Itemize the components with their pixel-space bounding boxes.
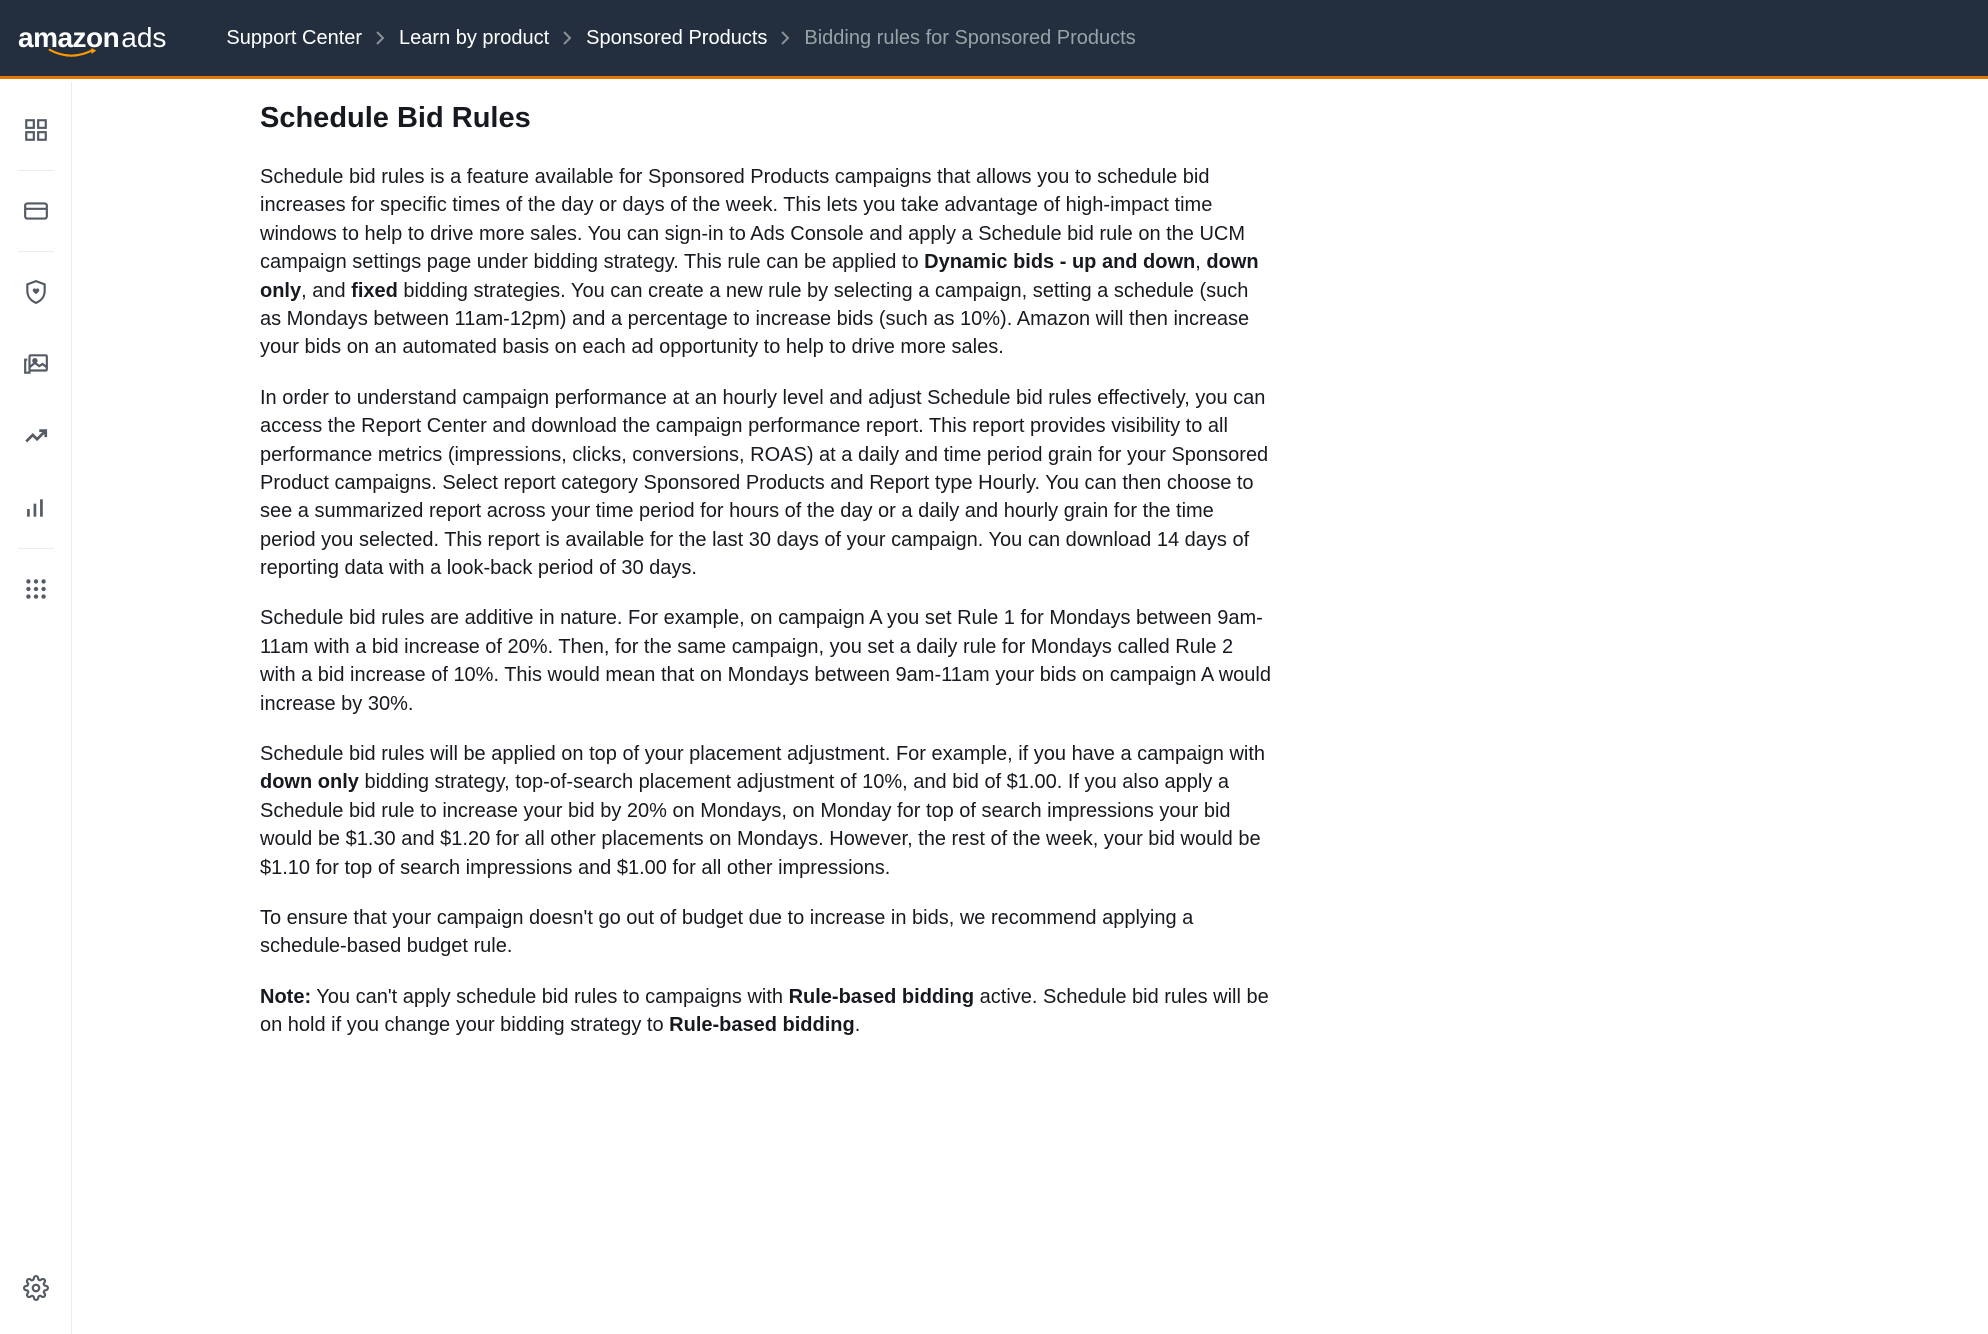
paragraph-6: Note: You can't apply schedule bid rules… xyxy=(260,983,1272,1040)
paragraph-4: Schedule bid rules will be applied on to… xyxy=(260,740,1272,882)
amazon-smile-icon xyxy=(48,48,98,60)
logo-suffix-text: ads xyxy=(121,22,166,54)
sidebar-divider xyxy=(18,548,54,549)
paragraph-3: Schedule bid rules are additive in natur… xyxy=(260,604,1272,718)
top-header: amazon ads Support Center Learn by produ… xyxy=(0,0,1988,79)
sidebar-divider xyxy=(18,170,54,171)
sidebar-creative[interactable] xyxy=(14,342,58,386)
page-title: Schedule Bid Rules xyxy=(260,102,1272,135)
chevron-right-icon xyxy=(376,31,385,45)
sidebar-measurement[interactable] xyxy=(14,414,58,458)
article-content: Schedule Bid Rules Schedule bid rules is… xyxy=(72,82,1472,1122)
sidebar-reports[interactable] xyxy=(14,486,58,530)
bar-chart-icon xyxy=(23,495,49,521)
left-sidebar xyxy=(0,82,72,1334)
apps-grid-icon xyxy=(23,576,49,602)
paragraph-1: Schedule bid rules is a feature availabl… xyxy=(260,163,1272,362)
card-icon xyxy=(23,198,49,224)
amazon-ads-logo[interactable]: amazon ads xyxy=(18,22,166,54)
sidebar-divider xyxy=(18,251,54,252)
sidebar-settings[interactable] xyxy=(14,1266,58,1310)
shield-heart-icon xyxy=(23,279,49,305)
sidebar-dashboard[interactable] xyxy=(14,108,58,152)
breadcrumb-support-center[interactable]: Support Center xyxy=(226,27,362,50)
paragraph-5: To ensure that your campaign doesn't go … xyxy=(260,904,1272,961)
paragraph-2: In order to understand campaign performa… xyxy=(260,384,1272,583)
breadcrumb-sponsored-products[interactable]: Sponsored Products xyxy=(586,27,767,50)
sidebar-billing[interactable] xyxy=(14,189,58,233)
dashboard-icon xyxy=(23,117,49,143)
chevron-right-icon xyxy=(563,31,572,45)
chevron-right-icon xyxy=(781,31,790,45)
logo-brand-text: amazon xyxy=(18,22,119,54)
sidebar-apps[interactable] xyxy=(14,567,58,611)
breadcrumb-learn-by-product[interactable]: Learn by product xyxy=(399,27,549,50)
gear-icon xyxy=(23,1275,49,1301)
image-stack-icon xyxy=(23,351,49,377)
trending-up-icon xyxy=(23,423,49,449)
breadcrumb-current: Bidding rules for Sponsored Products xyxy=(804,27,1135,50)
sidebar-brand-safety[interactable] xyxy=(14,270,58,314)
breadcrumb: Support Center Learn by product Sponsore… xyxy=(226,27,1135,50)
